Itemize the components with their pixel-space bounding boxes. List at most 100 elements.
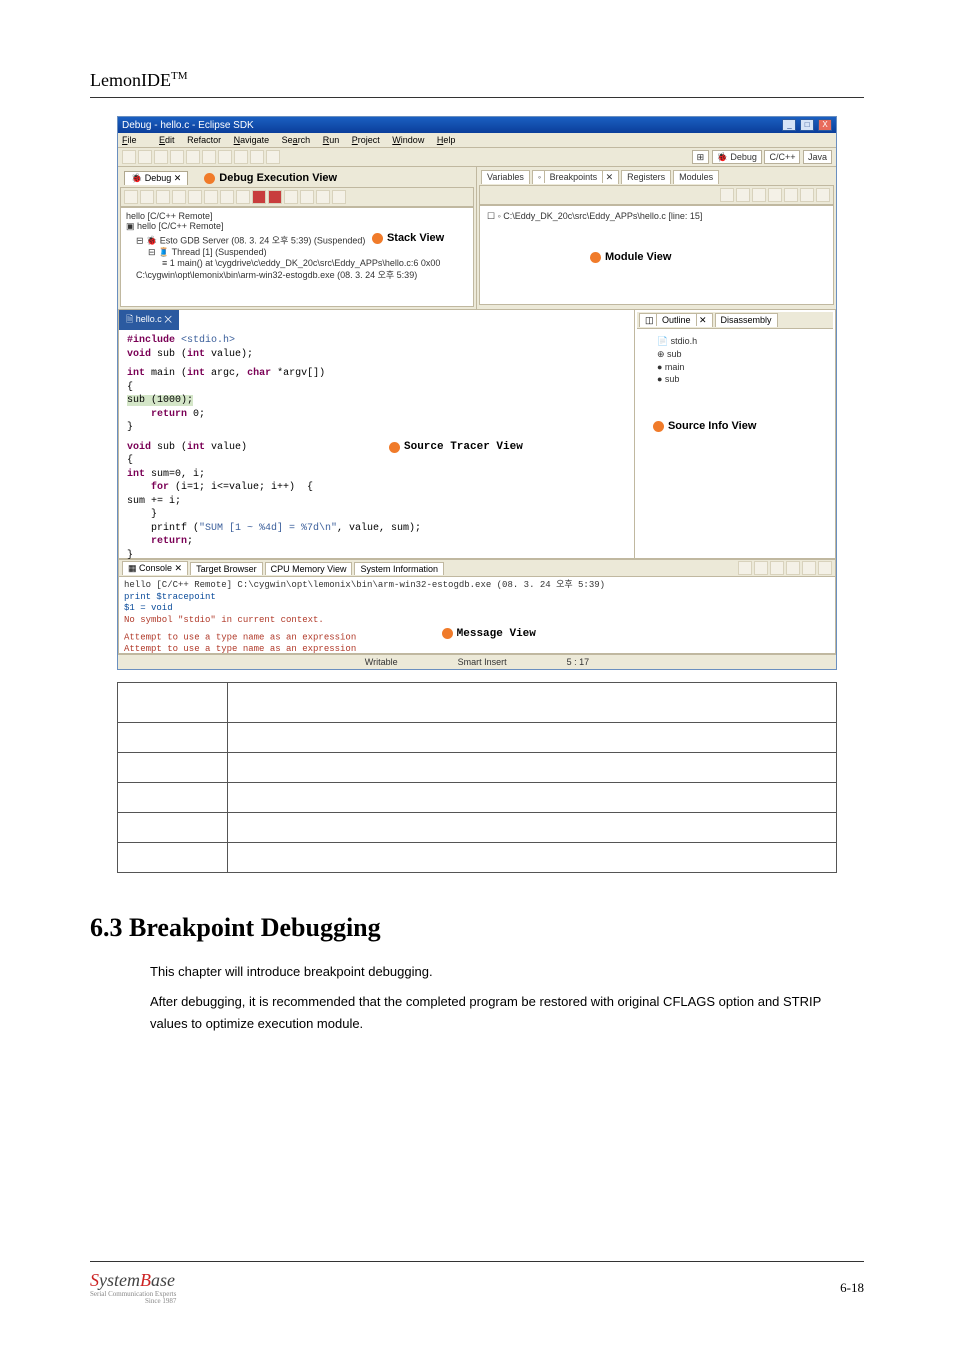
window-title: Debug - hello.c - Eclipse SDK bbox=[122, 120, 254, 131]
tab-target[interactable]: Target Browser bbox=[190, 562, 263, 575]
outline-item[interactable]: ⊕ sub bbox=[643, 348, 827, 361]
stack-row[interactable]: ≡ 1 main() at \cygdrive\c\eddy_DK_20c\sr… bbox=[126, 258, 468, 268]
callout-stack: Stack View bbox=[372, 232, 444, 244]
persp-cpp[interactable]: C/C++ bbox=[764, 150, 800, 164]
suspend-icon[interactable] bbox=[140, 190, 154, 204]
logo: SystemBase Serial Communication ExpertsS… bbox=[90, 1270, 176, 1305]
window-buttons: _ □ X bbox=[781, 119, 832, 131]
maximize-button[interactable]: □ bbox=[800, 119, 814, 131]
tab-debug[interactable]: 🐞 Debug ✕ bbox=[124, 171, 188, 185]
console-pin-icon[interactable] bbox=[770, 561, 784, 575]
menu-window[interactable]: Window bbox=[392, 135, 424, 145]
outline-item[interactable]: ● sub bbox=[643, 373, 827, 385]
resume-icon[interactable] bbox=[124, 190, 138, 204]
link-icon[interactable] bbox=[816, 188, 830, 202]
remove-all-bp-icon[interactable] bbox=[736, 188, 750, 202]
menu-edit[interactable]: Edit bbox=[159, 135, 175, 145]
tab-outline[interactable]: ◫ Outline ✕ bbox=[639, 313, 713, 327]
console-disp-icon[interactable] bbox=[802, 561, 816, 575]
console-pane: ▦ Console ✕ Target Browser CPU Memory Vi… bbox=[118, 559, 836, 654]
outline-item[interactable]: ● main bbox=[643, 361, 827, 373]
menubar: File Edit Refactor Navigate Search Run P… bbox=[118, 133, 836, 148]
stack-row[interactable]: C:\cygwin\opt\lemonix\bin\arm-win32-esto… bbox=[126, 268, 468, 281]
page-footer: SystemBase Serial Communication ExpertsS… bbox=[90, 1261, 864, 1305]
paragraph: After debugging, it is recommended that … bbox=[150, 991, 844, 1035]
step-over-icon[interactable] bbox=[204, 190, 218, 204]
tab-modules[interactable]: Modules bbox=[673, 170, 719, 184]
collapse-icon[interactable] bbox=[800, 188, 814, 202]
tab-cpu[interactable]: CPU Memory View bbox=[265, 562, 353, 575]
menu-navigate[interactable]: Navigate bbox=[234, 135, 270, 145]
tab-registers[interactable]: Registers bbox=[621, 170, 671, 184]
persp-open-icon[interactable]: ⊞ bbox=[692, 150, 710, 164]
nav-back-icon[interactable] bbox=[250, 150, 264, 164]
disconnect-icon[interactable] bbox=[172, 190, 186, 204]
console-menu-icon[interactable] bbox=[818, 561, 832, 575]
goto-file-icon[interactable] bbox=[768, 188, 782, 202]
debug-row: 🐞 Debug ✕ Debug Execution View hello [C/… bbox=[118, 167, 836, 309]
build-icon[interactable] bbox=[202, 150, 216, 164]
stack-row[interactable]: ▣ hello [C/C++ Remote] bbox=[126, 221, 468, 232]
tab-console[interactable]: ▦ Console ✕ bbox=[122, 561, 188, 575]
breakpoints-toolbar bbox=[479, 186, 834, 205]
persp-debug[interactable]: 🐞 Debug bbox=[712, 150, 762, 164]
search-icon[interactable] bbox=[234, 150, 248, 164]
print-icon[interactable] bbox=[154, 150, 168, 164]
step-filter-icon[interactable] bbox=[284, 190, 298, 204]
console-lock-icon[interactable] bbox=[754, 561, 768, 575]
menu-run[interactable]: Run bbox=[323, 135, 340, 145]
save-icon[interactable] bbox=[138, 150, 152, 164]
callout-message: Message View bbox=[442, 627, 536, 641]
stack-row[interactable]: hello [C/C++ Remote] bbox=[126, 211, 468, 221]
code-body: #include <stdio.h> void sub (int value);… bbox=[119, 330, 634, 566]
menu-search[interactable]: Search bbox=[282, 135, 311, 145]
new-icon[interactable] bbox=[122, 150, 136, 164]
stop-icon[interactable] bbox=[252, 190, 266, 204]
tb-icon[interactable] bbox=[300, 190, 314, 204]
stack-row[interactable]: ⊟ 🧵 Thread [1] (Suspended) bbox=[126, 247, 468, 258]
menu-project[interactable]: Project bbox=[352, 135, 380, 145]
run-dropdown-icon[interactable] bbox=[186, 150, 200, 164]
code-editor[interactable]: 🗎 hello.c ✕ #include <stdio.h> void sub … bbox=[118, 309, 635, 559]
paragraph: This chapter will introduce breakpoint d… bbox=[150, 961, 844, 983]
editor-tab-hello[interactable]: 🗎 hello.c ✕ bbox=[119, 310, 179, 330]
debug-dropdown-icon[interactable] bbox=[170, 150, 184, 164]
minimize-button[interactable]: _ bbox=[782, 119, 796, 131]
tab-disassembly[interactable]: Disassembly bbox=[715, 313, 778, 327]
console-clear-icon[interactable] bbox=[738, 561, 752, 575]
vars-tabbar: Variables ◦ Breakpoints ✕ Registers Modu… bbox=[479, 169, 834, 186]
menu-refactor[interactable]: Refactor bbox=[187, 135, 221, 145]
breakpoint-item[interactable]: ☐ ◦ C:\Eddy_DK_20c\src\Eddy_APPs\hello.c… bbox=[483, 209, 830, 224]
terminate-icon[interactable] bbox=[156, 190, 170, 204]
console-open-icon[interactable] bbox=[786, 561, 800, 575]
tab-variables[interactable]: Variables bbox=[481, 170, 530, 184]
toolbar-icons-left bbox=[122, 150, 280, 164]
callout-source-tracer: Source Tracer View bbox=[389, 440, 523, 455]
step-into-icon[interactable] bbox=[188, 190, 202, 204]
console-body: hello [C/C++ Remote] C:\cygwin\opt\lemon… bbox=[119, 577, 835, 659]
tb-icon2[interactable] bbox=[316, 190, 330, 204]
step-return-icon[interactable] bbox=[220, 190, 234, 204]
tab-breakpoints[interactable]: ◦ Breakpoints ✕ bbox=[532, 170, 619, 184]
close-button[interactable]: X bbox=[818, 119, 832, 131]
expand-icon[interactable] bbox=[784, 188, 798, 202]
open-type-icon[interactable] bbox=[218, 150, 232, 164]
stack-row[interactable]: ⊟ 🐞 Esto GDB Server (08. 3. 24 오후 5:39) … bbox=[126, 232, 468, 247]
header-title: LemonIDETM bbox=[90, 70, 187, 90]
debug-toolbar bbox=[120, 188, 474, 207]
main-toolbar: ⊞ 🐞 Debug C/C++ Java bbox=[118, 148, 836, 167]
outline-item[interactable]: 📄 stdio.h bbox=[643, 335, 827, 348]
dot-orange-icon bbox=[653, 421, 664, 432]
tab-sys[interactable]: System Information bbox=[354, 562, 444, 575]
persp-java[interactable]: Java bbox=[803, 150, 832, 164]
drop-frame-icon[interactable] bbox=[236, 190, 250, 204]
tb-icon3[interactable] bbox=[332, 190, 346, 204]
menu-help[interactable]: Help bbox=[437, 135, 456, 145]
editor-area: 🗎 hello.c ✕ #include <stdio.h> void sub … bbox=[118, 309, 836, 559]
nav-fwd-icon[interactable] bbox=[266, 150, 280, 164]
remove-bp-icon[interactable] bbox=[720, 188, 734, 202]
skip-bp-icon[interactable] bbox=[752, 188, 766, 202]
table-cell bbox=[118, 683, 228, 723]
stop-icon2[interactable] bbox=[268, 190, 282, 204]
menu-file[interactable]: File bbox=[122, 135, 147, 145]
